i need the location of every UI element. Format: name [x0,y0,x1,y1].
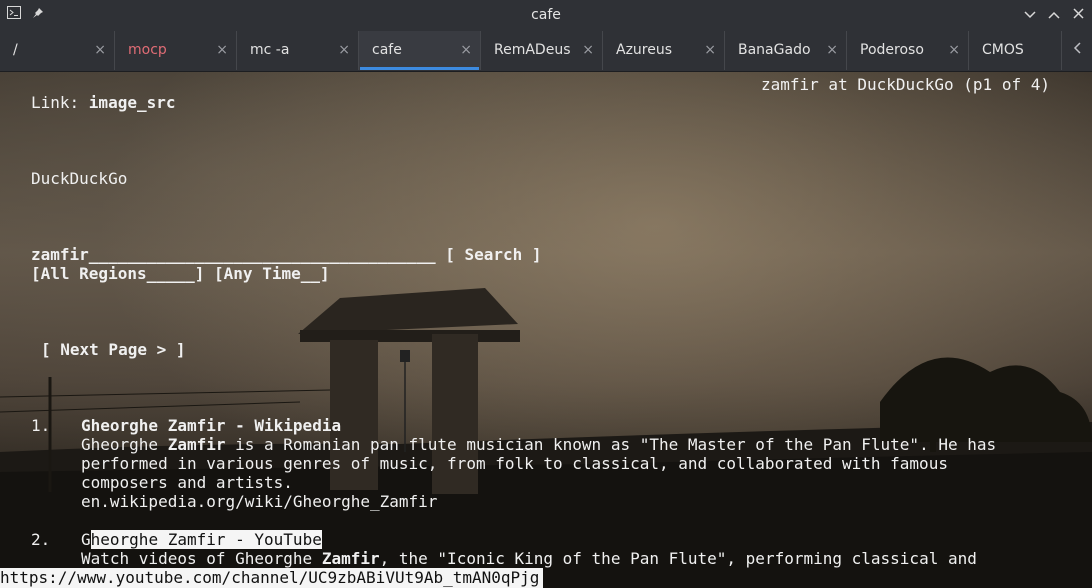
link-prefix: Link: [31,93,89,112]
result-snippet: performed in various genres of music, fr… [81,454,948,473]
result-title-link[interactable]: Gheorghe Zamfir - Wikipedia [81,416,341,435]
time-select[interactable]: [Any Time__] [214,264,330,283]
tab-remadeus[interactable]: RemADeus × [481,31,603,70]
filter-row: [All Regions_____] [Any Time__] [31,264,330,283]
terminal-view[interactable]: zamfir at DuckDuckGo (p1 of 4) Link: ima… [0,72,1092,588]
tab-label: / [13,42,18,58]
close-icon[interactable] [1067,0,1089,31]
chevron-down-icon[interactable] [1019,0,1041,31]
result-title-link[interactable]: Gheorghe Zamfir - YouTube [81,530,322,549]
tab-label: mc -a [250,42,290,58]
result-url: en.wikipedia.org/wiki/Gheorghe_Zamfir [81,492,438,511]
snippet-text: , the "Iconic King of the Pan Flute", pe… [379,549,977,568]
search-row: zamfir__________________________________… [31,245,542,264]
tab-mc[interactable]: mc -a × [237,31,359,70]
tab-poderoso[interactable]: Poderoso × [847,31,969,70]
title-selected-text: heorghe Zamfir - YouTube [90,530,322,549]
link-line: Link: image_src [31,93,176,112]
tab-label: mocp [128,42,167,58]
snippet-text: Watch videos of Gheorghe [81,549,322,568]
status-url: https://www.youtube.com/channel/UC9zbABi… [0,568,544,588]
tab-close-icon[interactable]: × [704,31,716,70]
tab-banagado[interactable]: BanaGado × [725,31,847,70]
result-snippet: Watch videos of Gheorghe Zamfir, the "Ic… [81,549,977,568]
tab-cmos[interactable]: CMOS [969,31,1062,70]
link-image-src[interactable]: image_src [89,93,176,112]
tab-label: BanaGado [738,42,811,58]
tab-label: RemADeus [494,42,571,58]
region-select[interactable]: [All Regions_____] [31,264,204,283]
tab-close-icon[interactable]: × [826,31,838,70]
result-snippet: Gheorghe Zamfir is a Romanian pan flute … [81,435,996,454]
page-title: zamfir at DuckDuckGo (p1 of 4) [761,75,1050,94]
next-page-button[interactable]: [ Next Page > ] [41,340,186,359]
tab-close-icon[interactable]: × [216,31,228,70]
result-snippet: composers and artists. [81,473,293,492]
tab-label: cafe [372,42,402,58]
search-button[interactable]: [ Search ] [445,245,541,264]
tab-close-icon[interactable]: × [460,31,472,70]
tab-label: Poderoso [860,42,924,58]
search-input[interactable]: zamfir__________________________________… [31,245,436,264]
snippet-text: Gheorghe [81,435,168,454]
tab-azureus[interactable]: Azureus × [603,31,725,70]
tab-mocp[interactable]: mocp × [115,31,237,70]
tab-close-icon[interactable]: × [338,31,350,70]
tab-label: Azureus [616,42,673,58]
site-name: DuckDuckGo [31,169,128,188]
tab-bar: / × mocp × mc -a × cafe × RemADeus × Azu… [0,31,1092,72]
title-first-char: G [81,530,91,549]
tab-close-icon[interactable]: × [582,31,594,70]
tab-close-icon[interactable]: × [94,31,106,70]
result-number: 2. [31,530,51,549]
tab-label: CMOS [982,42,1024,58]
title-bar: cafe [0,0,1092,31]
chevron-left-icon[interactable] [1062,31,1092,70]
tab-close-icon[interactable]: × [948,31,960,70]
snippet-text: is a Romanian pan flute musician known a… [225,435,997,454]
tab-root[interactable]: / × [0,31,115,70]
window-title: cafe [531,7,561,23]
chevron-up-icon[interactable] [1043,0,1065,31]
tab-cafe[interactable]: cafe × [359,31,481,70]
snippet-highlight: Zamfir [321,549,380,568]
snippet-highlight: Zamfir [167,435,226,454]
result-number: 1. [31,416,51,435]
